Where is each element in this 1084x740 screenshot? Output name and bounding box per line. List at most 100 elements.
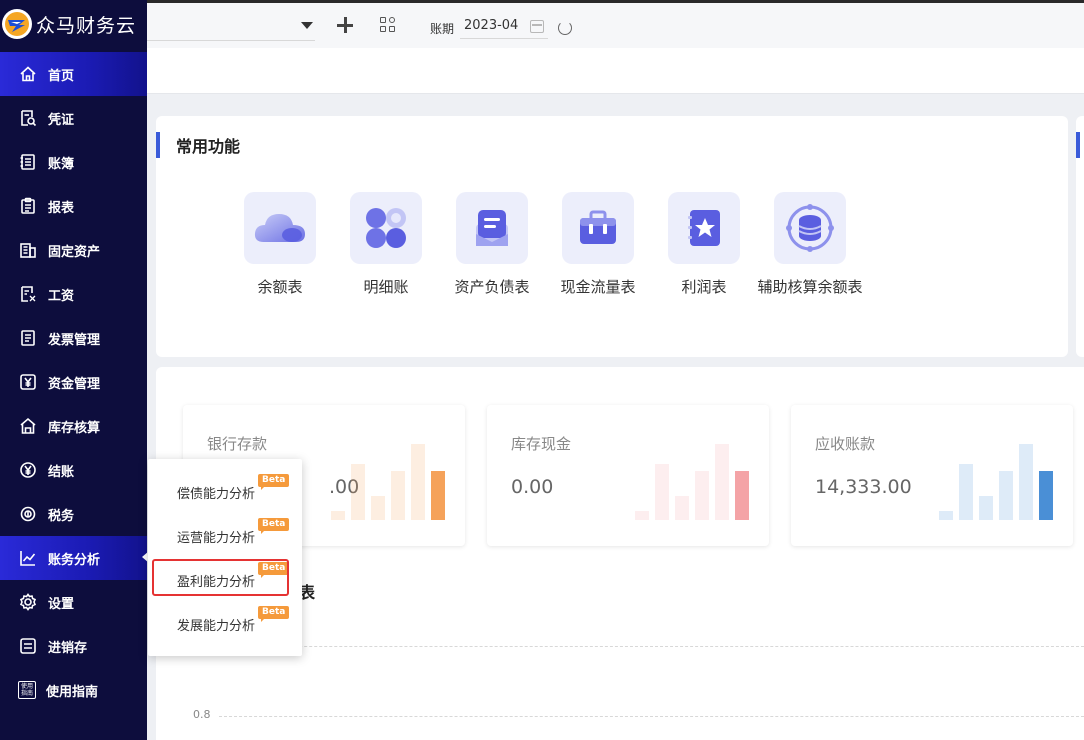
salary-icon (18, 284, 38, 304)
sidebar: 众马财务云 首页 凭证 账簿 报表 固定资产 工资 发票管理 资金管理 库存核算… (0, 0, 147, 740)
stat-bar (939, 511, 953, 520)
title-accent-bar (156, 132, 160, 158)
sidebar-item-label: 报表 (48, 200, 75, 216)
stat-title: 应收账款 (815, 435, 876, 453)
highlight-box (152, 559, 289, 596)
function-auxiliary-balance[interactable]: 辅助核算余额表 (739, 192, 881, 297)
stat-mini-chart (635, 442, 751, 520)
app-logo[interactable]: 众马财务云 (0, 0, 147, 48)
sidebar-item-purchase-sales[interactable]: 进销存 (0, 624, 147, 668)
period-value: 2023-04 (464, 18, 519, 33)
period-picker[interactable]: 2023-04 (460, 15, 548, 39)
submenu-item-label: 发展能力分析 (177, 619, 256, 634)
sidebar-item-invoice[interactable]: 发票管理 (0, 316, 147, 360)
sidebar-item-label: 凭证 (48, 112, 75, 128)
sidebar-item-label: 账簿 (48, 156, 75, 172)
logo-icon (2, 9, 32, 39)
settings-icon (18, 592, 38, 612)
common-functions-title: 常用功能 (176, 137, 241, 156)
apps-grid-icon[interactable] (380, 17, 398, 35)
stat-bar (695, 471, 709, 520)
tab-strip (147, 48, 1084, 94)
chevron-down-icon (301, 22, 313, 29)
stat-bar (371, 496, 385, 520)
sidebar-item-label: 使用指南 (46, 684, 99, 700)
stat-bar (959, 464, 973, 520)
stat-bar (735, 471, 749, 520)
tax-icon (18, 504, 38, 524)
function-label: 利润表 (681, 278, 727, 296)
stat-value: 14,333.00 (815, 476, 912, 498)
cloud-icon (244, 192, 316, 264)
sidebar-item-guide[interactable]: 使用指南 使用指南 (0, 668, 147, 712)
guide-icon: 使用指南 (18, 681, 36, 699)
chart-gridline (219, 716, 1084, 717)
sidebar-item-label: 发票管理 (48, 332, 101, 348)
sidebar-item-ledger[interactable]: 账簿 (0, 140, 147, 184)
sidebar-item-home[interactable]: 首页 (0, 52, 147, 96)
sidebar-item-label: 工资 (48, 288, 75, 304)
clover-icon (350, 192, 422, 264)
sidebar-item-report[interactable]: 报表 (0, 184, 147, 228)
sidebar-item-label: 结账 (48, 464, 75, 480)
sidebar-item-closing[interactable]: 结账 (0, 448, 147, 492)
beta-badge: Beta (258, 474, 290, 490)
sidebar-item-label: 税务 (48, 508, 75, 524)
stat-title: 银行存款 (207, 435, 268, 453)
sidebar-nav: 首页 凭证 账簿 报表 固定资产 工资 发票管理 资金管理 库存核算 结账 税务… (0, 52, 147, 712)
stat-bar (1039, 471, 1053, 520)
plus-icon[interactable] (335, 15, 355, 35)
star-notebook-icon (668, 192, 740, 264)
stat-card-cash[interactable]: 库存现金 0.00 (487, 405, 769, 546)
sidebar-item-analysis[interactable]: 账务分析 (0, 536, 147, 580)
stat-bar (331, 511, 345, 520)
sidebar-item-funds[interactable]: 资金管理 (0, 360, 147, 404)
report-icon (18, 196, 38, 216)
sidebar-item-label: 账务分析 (48, 552, 101, 568)
stat-bar (979, 496, 993, 520)
voucher-icon (18, 108, 38, 128)
stat-bar (351, 464, 365, 520)
sidebar-item-label: 进销存 (48, 640, 88, 656)
stat-bar (411, 444, 425, 520)
stat-bar (655, 464, 669, 520)
submenu-item-label: 偿债能力分析 (177, 487, 256, 502)
stat-bar (635, 511, 649, 520)
sidebar-item-tax[interactable]: 税务 (0, 492, 147, 536)
sidebar-item-inventory[interactable]: 库存核算 (0, 404, 147, 448)
function-label: 资产负债表 (454, 278, 530, 296)
function-grid: 余额表 明细账 资产负债表 现金流量表 利润表 辅助核算余额表 (209, 192, 881, 297)
y-tick-label: 0.8 (193, 708, 211, 721)
document-tray-icon (456, 192, 528, 264)
stat-bar (1019, 444, 1033, 520)
sidebar-item-voucher[interactable]: 凭证 (0, 96, 147, 140)
inventory-icon (18, 416, 38, 436)
submenu-item-label: 运营能力分析 (177, 531, 256, 546)
toolbox-icon (562, 192, 634, 264)
app-name: 众马财务云 (36, 14, 137, 37)
sidebar-item-label: 首页 (48, 68, 75, 84)
stat-bar (675, 496, 689, 520)
guide-icon-text: 使用指南 (21, 683, 34, 697)
stat-bar (431, 471, 445, 520)
stat-title: 库存现金 (511, 435, 572, 453)
analysis-submenu: 偿债能力分析 Beta 运营能力分析 Beta 盈利能力分析 Beta 发展能力… (148, 459, 302, 656)
stat-bar (715, 444, 729, 520)
section-title: 常用功能 (156, 132, 240, 158)
stat-bar (391, 471, 405, 520)
stat-mini-chart (331, 442, 447, 520)
stat-value: 0.00 (511, 476, 554, 498)
stat-card-receivables[interactable]: 应收账款 14,333.00 (791, 405, 1073, 546)
closing-icon (18, 460, 38, 480)
coin-stack-icon (774, 192, 846, 264)
sidebar-item-label: 库存核算 (48, 420, 101, 436)
org-select-dropdown[interactable] (147, 15, 315, 41)
sidebar-item-fixed-assets[interactable]: 固定资产 (0, 228, 147, 272)
sidebar-item-salary[interactable]: 工资 (0, 272, 147, 316)
top-bar: 账期 2023-04 (147, 0, 1084, 48)
sidebar-item-settings[interactable]: 设置 (0, 580, 147, 624)
side-card (1076, 116, 1084, 357)
refresh-icon[interactable] (558, 21, 572, 35)
sidebar-item-label: 固定资产 (48, 244, 101, 260)
fixed-assets-icon (18, 240, 38, 260)
